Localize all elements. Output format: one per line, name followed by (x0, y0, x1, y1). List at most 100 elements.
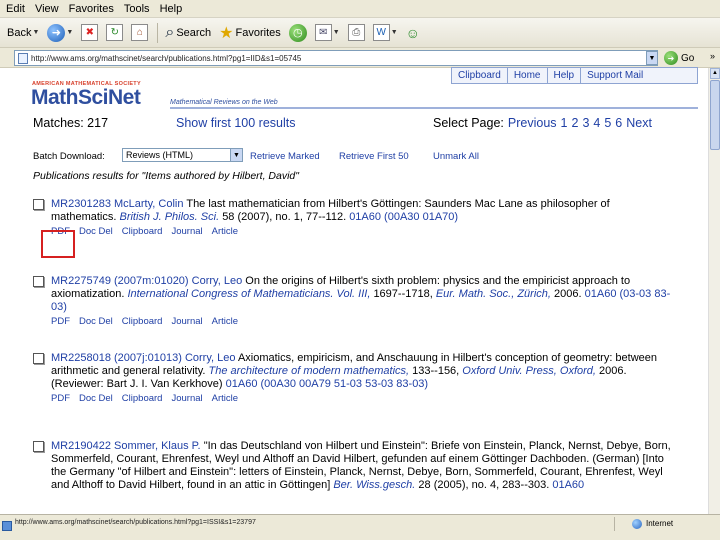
entry-checkbox[interactable] (33, 276, 44, 287)
address-dropdown-icon[interactable]: ▼ (646, 51, 658, 65)
go-arrow-icon: ➜ (664, 51, 678, 65)
entry-links: PDF Doc Del Clipboard Journal Article (51, 393, 673, 404)
show-first-link[interactable]: Show first 100 results (176, 116, 296, 130)
status-divider (614, 517, 615, 531)
top-nav: Clipboard Home Help Support Mail (451, 67, 698, 84)
nav-home[interactable]: Home (508, 68, 548, 83)
refresh-button[interactable]: ↻ (103, 21, 126, 45)
mr-number-link[interactable]: MR2258018 (2007j:01013) (51, 352, 182, 364)
stop-button[interactable]: ✖ (78, 21, 101, 45)
nav-support-mail[interactable]: Support Mail (581, 68, 649, 83)
mail-button[interactable]: ✉ ▼ (312, 21, 343, 45)
batch-download-select[interactable]: Reviews (HTML) ▼ (122, 148, 243, 162)
menu-tools[interactable]: Tools (119, 3, 155, 15)
article-link[interactable]: Article (212, 316, 238, 327)
refresh-icon: ↻ (106, 24, 124, 41)
back-dropdown-icon[interactable]: ▼ (32, 29, 39, 36)
header-divider (170, 107, 698, 109)
mr-number-link[interactable]: MR2301283 (51, 198, 111, 210)
menu-view[interactable]: View (30, 3, 64, 15)
classification-link[interactable]: 01A60 (00A30 00A79 51-03 53-03 83-03) (226, 378, 428, 390)
nav-clipboard[interactable]: Clipboard (452, 68, 508, 83)
entry-checkbox[interactable] (33, 353, 44, 364)
clipboard-link[interactable]: Clipboard (122, 316, 163, 327)
page-link-6[interactable]: 6 (615, 116, 622, 130)
journal-link-button[interactable]: Journal (171, 316, 202, 327)
messenger-button[interactable]: ☺ (403, 21, 423, 45)
mail-dropdown-icon[interactable]: ▼ (333, 29, 340, 36)
unmark-all-link[interactable]: Unmark All (433, 151, 479, 162)
entry-checkbox[interactable] (33, 199, 44, 210)
page-link-previous[interactable]: Previous (508, 116, 557, 130)
entry-year: 2006. (554, 288, 582, 300)
scroll-thumb[interactable] (710, 80, 720, 150)
page-link-1[interactable]: 1 (561, 116, 568, 130)
entry-citation: MR2275749 (2007m:01020) Corry, Leo On th… (51, 275, 673, 314)
vertical-scrollbar[interactable]: ▲ (708, 68, 720, 514)
page-link-2[interactable]: 2 (571, 116, 578, 130)
retrieve-marked-link[interactable]: Retrieve Marked (250, 151, 320, 162)
clipboard-link[interactable]: Clipboard (122, 393, 163, 404)
address-url: http://www.ams.org/mathscinet/search/pub… (31, 53, 302, 63)
print-button[interactable]: ⎙ (345, 21, 368, 45)
author-link[interactable]: Corry, Leo (192, 275, 243, 287)
page-link-3[interactable]: 3 (582, 116, 589, 130)
forward-dropdown-icon[interactable]: ▼ (66, 29, 73, 36)
retrieve-first-link[interactable]: Retrieve First 50 (339, 151, 409, 162)
entry-details: 1697--1718, (373, 288, 433, 300)
journal-link-button[interactable]: Journal (171, 226, 202, 237)
stop-icon: ✖ (81, 24, 99, 41)
nav-help[interactable]: Help (548, 68, 582, 83)
mathscinet-logo[interactable]: MathSciNet (31, 86, 141, 110)
page-selector: Select Page: Previous 1 2 3 4 5 6 Next (433, 116, 652, 130)
page-link-5[interactable]: 5 (604, 116, 611, 130)
page-icon (18, 52, 28, 64)
author-link[interactable]: Corry, Leo (185, 352, 236, 364)
journal-link[interactable]: International Congress of Mathematicians… (127, 288, 370, 300)
edit-icon: W (372, 24, 390, 41)
clipboard-link[interactable]: Clipboard (122, 226, 163, 237)
article-link[interactable]: Article (212, 226, 238, 237)
scroll-up-icon[interactable]: ▲ (710, 68, 720, 79)
search-button[interactable]: ⌕ Search (162, 21, 214, 45)
edit-dropdown-icon[interactable]: ▼ (391, 29, 398, 36)
toolbar: Back ▼ ➜ ▼ ✖ ↻ ⌂ ⌕ Search ★ Favorites ◷ … (0, 18, 720, 48)
address-input[interactable]: http://www.ams.org/mathscinet/search/pub… (14, 50, 658, 66)
publisher-text: Oxford Univ. Press, Oxford, (462, 365, 596, 377)
page-link-next[interactable]: Next (626, 116, 652, 130)
mr-number-link[interactable]: MR2190422 (51, 440, 111, 452)
page-link-4[interactable]: 4 (593, 116, 600, 130)
doc-del-link[interactable]: Doc Del (79, 393, 113, 404)
history-button[interactable]: ◷ (286, 21, 310, 45)
toolbar-separator (157, 22, 159, 43)
classification-link[interactable]: 01A60 (00A30 01A70) (349, 211, 458, 223)
publications-results-heading: Publications results for "Items authored… (33, 170, 299, 182)
back-button[interactable]: Back ▼ (2, 21, 42, 45)
back-label: Back (7, 26, 32, 39)
edit-button[interactable]: W ▼ (370, 21, 401, 45)
links-chevron-icon[interactable]: » (710, 51, 715, 61)
journal-link[interactable]: The architecture of modern mathematics, (209, 365, 410, 377)
menu-edit[interactable]: Edit (0, 3, 30, 15)
classification-link[interactable]: 01A60 (552, 479, 584, 491)
article-link[interactable]: Article (212, 393, 238, 404)
home-button[interactable]: ⌂ (128, 21, 151, 45)
doc-del-link[interactable]: Doc Del (79, 226, 113, 237)
menu-favorites[interactable]: Favorites (64, 3, 119, 15)
pdf-link[interactable]: PDF (51, 316, 70, 327)
author-link[interactable]: McLarty, Colin (114, 198, 183, 210)
dropdown-arrow-icon[interactable]: ▼ (230, 149, 242, 161)
doc-del-link[interactable]: Doc Del (79, 316, 113, 327)
mr-number-link[interactable]: MR2275749 (2007m:01020) (51, 275, 189, 287)
menu-bar: Edit View Favorites Tools Help (0, 0, 720, 18)
pdf-link[interactable]: PDF (51, 393, 70, 404)
journal-link-button[interactable]: Journal (171, 393, 202, 404)
forward-button[interactable]: ➜ ▼ (44, 21, 76, 45)
journal-link[interactable]: Ber. Wiss.gesch. (333, 479, 415, 491)
author-link[interactable]: Sommer, Klaus P. (114, 440, 201, 452)
entry-checkbox[interactable] (33, 441, 44, 452)
journal-link[interactable]: British J. Philos. Sci. (119, 211, 219, 223)
go-button[interactable]: ➜ Go (664, 51, 694, 65)
menu-help[interactable]: Help (155, 3, 188, 15)
favorites-button[interactable]: ★ Favorites (216, 21, 284, 45)
